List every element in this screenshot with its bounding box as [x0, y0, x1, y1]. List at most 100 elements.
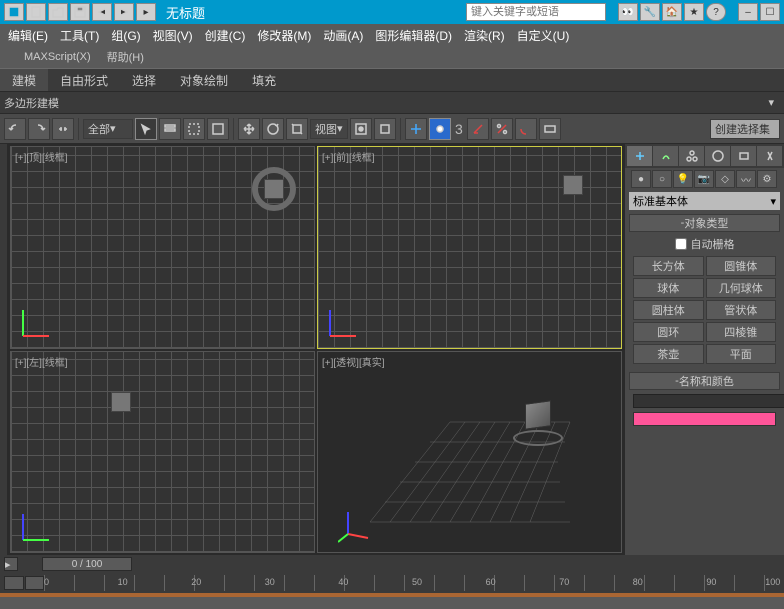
open-button[interactable]	[48, 3, 68, 21]
tool-select[interactable]	[135, 118, 157, 140]
tab-modify[interactable]	[653, 146, 678, 166]
tab-motion[interactable]	[705, 146, 730, 166]
save-button[interactable]	[70, 3, 90, 21]
trackbar-btn-1[interactable]	[4, 576, 24, 590]
btn-cone[interactable]: 圆锥体	[706, 256, 777, 276]
tool-spinner-snap[interactable]	[515, 118, 537, 140]
tool-edit-named[interactable]	[539, 118, 561, 140]
menu-group[interactable]: 组(G)	[111, 27, 140, 44]
minimize-button[interactable]: –	[738, 3, 758, 21]
viewport-label-front[interactable]: [+][前][线框]	[322, 149, 375, 164]
btn-cylinder[interactable]: 圆柱体	[633, 300, 704, 320]
menu-help[interactable]: 帮助(H)	[107, 49, 144, 65]
viewcube-top[interactable]	[252, 167, 296, 211]
redo-button[interactable]	[114, 3, 134, 21]
tool-percent-snap[interactable]	[491, 118, 513, 140]
project-button[interactable]: ▸	[136, 3, 156, 21]
undo-button[interactable]	[92, 3, 112, 21]
menu-modifiers[interactable]: 修改器(M)	[257, 27, 311, 44]
subtab-geometry[interactable]: ●	[631, 170, 651, 188]
menu-edit[interactable]: 编辑(E)	[8, 27, 48, 44]
viewcube-left[interactable]	[111, 392, 131, 412]
tab-hierarchy[interactable]	[679, 146, 704, 166]
help-button[interactable]: ?	[706, 3, 726, 21]
ribbon-tab-populate[interactable]: 填充	[240, 69, 288, 91]
tool-window-crossing[interactable]	[207, 118, 229, 140]
ref-coord-system[interactable]: 视图▾	[310, 119, 348, 139]
infocenter-4[interactable]: ★	[684, 3, 704, 21]
ribbon-tab-objectpaint[interactable]: 对象绘制	[168, 69, 240, 91]
infocenter-3[interactable]: 🏠	[662, 3, 682, 21]
ribbon-tab-selection[interactable]: 选择	[120, 69, 168, 91]
trackbar-btn-2[interactable]	[25, 576, 45, 590]
subtab-cameras[interactable]: 📷	[694, 170, 714, 188]
ribbon-expand[interactable]: ▾	[762, 96, 780, 109]
timeline-ticks[interactable]: 0 10 20 30 40 50 60 70 80 90 100	[44, 575, 780, 591]
tool-link[interactable]	[52, 118, 74, 140]
autogrid-checkbox[interactable]	[675, 238, 687, 250]
timeline-toggle[interactable]: ▸	[4, 557, 18, 571]
viewport-label-top[interactable]: [+][顶][线框]	[15, 149, 68, 164]
tool-rotate[interactable]	[262, 118, 284, 140]
btn-box[interactable]: 长方体	[633, 256, 704, 276]
search-input[interactable]	[466, 3, 606, 21]
autogrid-check[interactable]: 自动栅格	[629, 232, 780, 256]
tab-create[interactable]	[627, 146, 652, 166]
primitive-category[interactable]: 标准基本体▾	[629, 192, 780, 210]
menu-customize[interactable]: 自定义(U)	[517, 27, 570, 44]
menu-views[interactable]: 视图(V)	[153, 27, 193, 44]
tool-snap[interactable]	[429, 118, 451, 140]
tool-keyboard-shortcut[interactable]	[405, 118, 427, 140]
tool-move[interactable]	[238, 118, 260, 140]
viewport-label-left[interactable]: [+][左][线框]	[15, 354, 68, 369]
tool-manipulate[interactable]	[374, 118, 396, 140]
trackbar[interactable]: 0 10 20 30 40 50 60 70 80 90 100	[0, 573, 784, 593]
menu-grapheditors[interactable]: 图形编辑器(D)	[375, 27, 452, 44]
tool-undo[interactable]	[4, 118, 26, 140]
named-selection-sets[interactable]: 创建选择集	[710, 119, 780, 139]
viewport-front[interactable]: [+][前][线框]	[317, 146, 622, 349]
menu-maxscript[interactable]: MAXScript(X)	[24, 51, 91, 63]
object-color-swatch[interactable]	[633, 412, 776, 426]
infocenter-2[interactable]: 🔧	[640, 3, 660, 21]
maximize-button[interactable]: ☐	[760, 3, 780, 21]
ribbon-tab-modeling[interactable]: 建模	[0, 69, 48, 91]
btn-torus[interactable]: 圆环	[633, 322, 704, 342]
btn-tube[interactable]: 管状体	[706, 300, 777, 320]
subtab-spacewarps[interactable]: 〰	[736, 170, 756, 188]
btn-teapot[interactable]: 茶壶	[633, 344, 704, 364]
object-name-input[interactable]	[633, 394, 784, 408]
time-slider[interactable]: 0 / 100	[42, 557, 132, 571]
tool-select-region[interactable]	[183, 118, 205, 140]
viewport-left[interactable]: [+][左][线框]	[10, 351, 315, 554]
ribbon-tab-freeform[interactable]: 自由形式	[48, 69, 120, 91]
infocenter-1[interactable]: 👀	[618, 3, 638, 21]
tab-display[interactable]	[731, 146, 756, 166]
viewport-label-persp[interactable]: [+][透视][真实]	[322, 354, 385, 369]
selection-filter[interactable]: 全部▾	[83, 119, 133, 139]
btn-sphere[interactable]: 球体	[633, 278, 704, 298]
app-menu-button[interactable]	[4, 3, 24, 21]
tool-pivot[interactable]	[350, 118, 372, 140]
scene-object-box[interactable]	[525, 400, 551, 430]
rollout-header-objtype[interactable]: - 对象类型	[629, 214, 780, 232]
subtab-systems[interactable]: ⚙	[757, 170, 777, 188]
menu-animation[interactable]: 动画(A)	[323, 27, 363, 44]
btn-pyramid[interactable]: 四棱锥	[706, 322, 777, 342]
menu-tools[interactable]: 工具(T)	[60, 27, 99, 44]
new-button[interactable]	[26, 3, 46, 21]
subtab-lights[interactable]: 💡	[673, 170, 693, 188]
menu-create[interactable]: 创建(C)	[205, 27, 246, 44]
menu-rendering[interactable]: 渲染(R)	[464, 27, 505, 44]
viewcube-front[interactable]	[563, 175, 583, 195]
tool-redo[interactable]	[28, 118, 50, 140]
tool-angle-snap[interactable]	[467, 118, 489, 140]
viewport-top[interactable]: [+][顶][线框]	[10, 146, 315, 349]
btn-geosphere[interactable]: 几何球体	[706, 278, 777, 298]
subtab-shapes[interactable]: ○	[652, 170, 672, 188]
tab-utilities[interactable]	[757, 146, 782, 166]
tool-scale[interactable]	[286, 118, 308, 140]
btn-plane[interactable]: 平面	[706, 344, 777, 364]
rollout-header-namecolor[interactable]: - 名称和颜色	[629, 372, 780, 390]
tool-select-name[interactable]	[159, 118, 181, 140]
